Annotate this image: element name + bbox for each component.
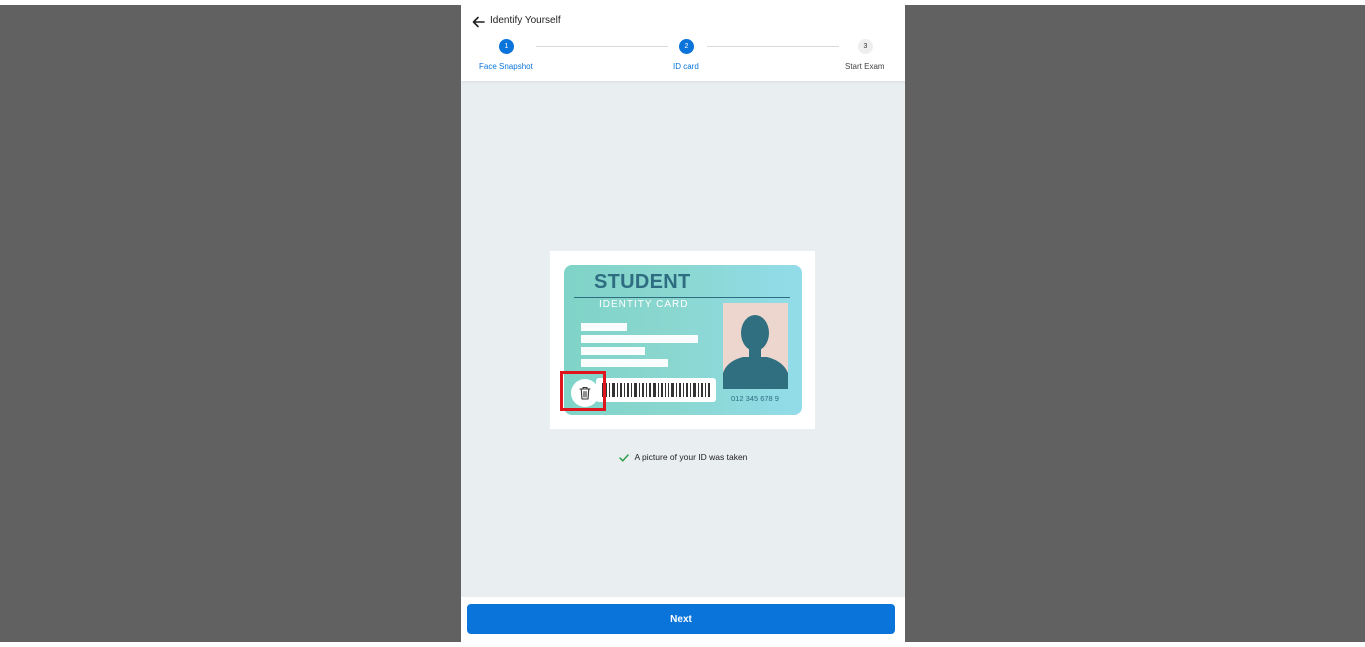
step-1-indicator: 1 [499, 39, 514, 54]
step-connector-1 [536, 46, 668, 47]
card-title: STUDENT [594, 271, 691, 293]
identify-panel: Identify Yourself 1 Face Snapshot 2 ID c… [461, 5, 905, 642]
barcode [596, 378, 716, 402]
card-text-line [581, 323, 627, 331]
barcode-graphic [602, 383, 710, 397]
id-card-image: STUDENT IDENTITY CARD 012 345 678 9 [564, 265, 802, 415]
header: Identify Yourself 1 Face Snapshot 2 ID c… [461, 5, 905, 81]
card-subtitle: IDENTITY CARD [599, 299, 689, 310]
step-1-label: Face Snapshot [479, 62, 533, 71]
id-card-preview: STUDENT IDENTITY CARD 012 345 678 9 [550, 251, 815, 429]
card-text-line [581, 335, 698, 343]
capture-area: STUDENT IDENTITY CARD 012 345 678 9 A pi… [461, 81, 905, 597]
step-3-label: Start Exam [845, 62, 885, 71]
card-divider [574, 297, 790, 298]
arrow-left-icon [472, 16, 485, 28]
capture-status: A picture of your ID was taken [461, 452, 905, 462]
card-text-line [581, 347, 645, 355]
check-icon [618, 454, 629, 462]
capture-status-text: A picture of your ID was taken [634, 452, 748, 462]
trash-icon [579, 386, 591, 400]
footer: Next [461, 597, 905, 642]
card-text-line [581, 359, 668, 367]
delete-photo-button[interactable] [571, 379, 599, 407]
next-button[interactable]: Next [467, 604, 895, 634]
step-connector-2 [707, 46, 839, 47]
card-number: 012 345 678 9 [731, 394, 779, 403]
step-3-indicator: 3 [858, 39, 873, 54]
step-2-indicator: 2 [679, 39, 694, 54]
person-silhouette-icon [723, 315, 788, 389]
back-button[interactable] [469, 13, 487, 31]
portrait-placeholder [723, 303, 788, 389]
step-2-label: ID card [673, 62, 699, 71]
page-title: Identify Yourself [490, 15, 561, 26]
